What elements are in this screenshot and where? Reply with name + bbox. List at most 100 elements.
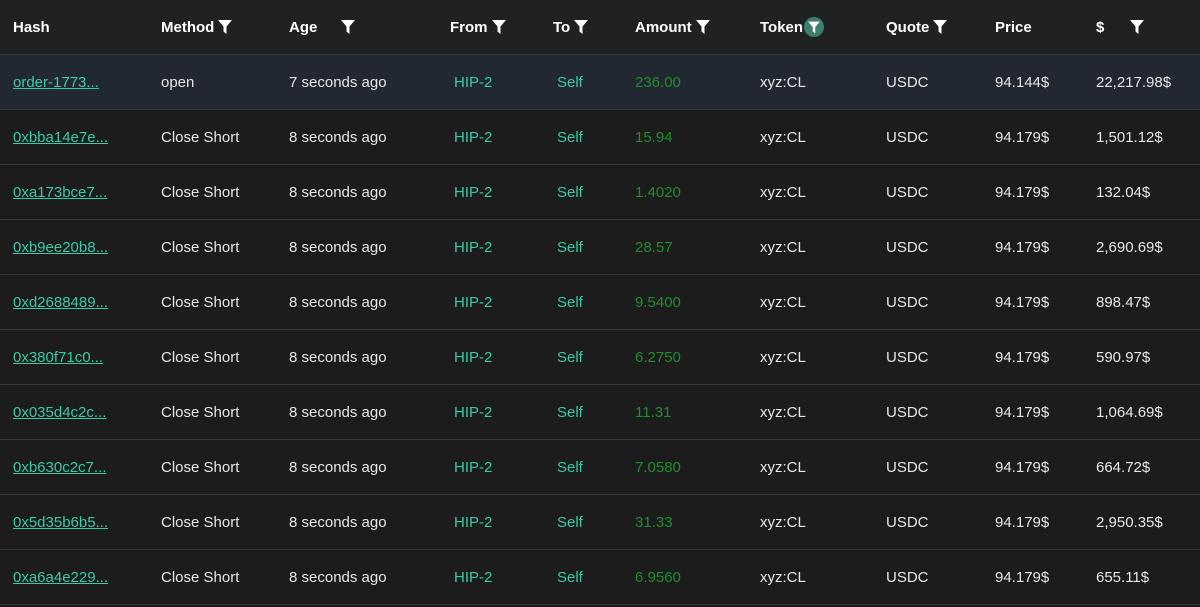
method-filter-icon[interactable] — [217, 18, 233, 36]
header-to: To — [553, 0, 589, 54]
age-cell: 8 seconds ago — [289, 293, 387, 311]
table-row[interactable]: order-1773... open 7 seconds ago HIP-2 S… — [0, 55, 1200, 110]
from-cell: HIP-2 — [454, 403, 493, 421]
header-method: Method — [161, 0, 233, 54]
table-row[interactable]: 0x5d35b6b5... Close Short 8 seconds ago … — [0, 495, 1200, 550]
price-cell: 94.144$ — [995, 73, 1050, 91]
header-token-label: Token — [760, 18, 804, 36]
age-cell: 8 seconds ago — [289, 403, 387, 421]
hash-link[interactable]: 0xd2688489... — [13, 294, 108, 311]
table-row[interactable]: 0x380f71c0... Close Short 8 seconds ago … — [0, 330, 1200, 385]
age-filter-icon[interactable] — [340, 18, 356, 36]
usd-value-cell: 22,217.98$ — [1096, 73, 1172, 91]
usd-filter-icon[interactable] — [1129, 18, 1145, 36]
amount-cell: 1.4020 — [635, 183, 681, 201]
quote-cell: USDC — [886, 183, 929, 201]
hash-cell: order-1773... — [13, 55, 99, 109]
from-cell: HIP-2 — [454, 458, 493, 476]
price-cell: 94.179$ — [995, 568, 1050, 586]
age-cell: 8 seconds ago — [289, 458, 387, 476]
age-filter — [337, 0, 356, 54]
quote-filter-icon[interactable] — [932, 18, 948, 36]
usd-filter — [1126, 0, 1145, 54]
table-row[interactable]: 0xd2688489... Close Short 8 seconds ago … — [0, 275, 1200, 330]
to-cell: Self — [557, 513, 583, 531]
hash-cell: 0xd2688489... — [13, 275, 108, 329]
table-row[interactable]: 0xb630c2c7... Close Short 8 seconds ago … — [0, 440, 1200, 495]
token-cell: xyz:CL — [760, 403, 806, 421]
usd-value-cell: 1,064.69$ — [1096, 403, 1163, 421]
amount-cell: 15.94 — [635, 128, 673, 146]
from-cell: HIP-2 — [454, 513, 493, 531]
price-cell: 94.179$ — [995, 238, 1050, 256]
to-cell: Self — [557, 293, 583, 311]
token-cell: xyz:CL — [760, 568, 806, 586]
table-row[interactable]: 0xa6a4e229... Close Short 8 seconds ago … — [0, 550, 1200, 605]
hash-cell: 0xbba14e7e... — [13, 110, 108, 164]
token-filter-active-icon[interactable] — [804, 17, 825, 37]
hash-link[interactable]: 0x380f71c0... — [13, 349, 103, 366]
hash-link[interactable]: 0xa6a4e229... — [13, 569, 108, 586]
hash-link[interactable]: 0xbba14e7e... — [13, 129, 108, 146]
usd-value-cell: 655.11$ — [1096, 568, 1150, 586]
price-cell: 94.179$ — [995, 403, 1050, 421]
header-amount-label: Amount — [635, 18, 692, 36]
amount-cell: 7.0580 — [635, 458, 681, 476]
to-cell: Self — [557, 128, 583, 146]
method-cell: Close Short — [161, 568, 240, 586]
quote-cell: USDC — [886, 238, 929, 256]
table-row[interactable]: 0xa173bce7... Close Short 8 seconds ago … — [0, 165, 1200, 220]
to-cell: Self — [557, 568, 583, 586]
age-cell: 8 seconds ago — [289, 238, 387, 256]
from-filter-icon[interactable] — [491, 18, 507, 36]
to-cell: Self — [557, 348, 583, 366]
token-cell: xyz:CL — [760, 73, 806, 91]
table-row[interactable]: 0xbba14e7e... Close Short 8 seconds ago … — [0, 110, 1200, 165]
table-row[interactable]: 0xb9ee20b8... Close Short 8 seconds ago … — [0, 220, 1200, 275]
from-cell: HIP-2 — [454, 568, 493, 586]
to-cell: Self — [557, 238, 583, 256]
hash-link[interactable]: 0x035d4c2c... — [13, 404, 106, 421]
from-cell: HIP-2 — [454, 348, 493, 366]
age-cell: 8 seconds ago — [289, 128, 387, 146]
hash-link[interactable]: 0x5d35b6b5... — [13, 514, 108, 531]
hash-cell: 0x380f71c0... — [13, 330, 103, 384]
hash-link[interactable]: 0xb630c2c7... — [13, 459, 106, 476]
from-cell: HIP-2 — [454, 183, 493, 201]
amount-cell: 9.5400 — [635, 293, 681, 311]
from-cell: HIP-2 — [454, 238, 493, 256]
amount-cell: 6.2750 — [635, 348, 681, 366]
price-cell: 94.179$ — [995, 183, 1050, 201]
table-header: Hash Method Age From To Amount Token Quo… — [0, 0, 1200, 55]
header-from-label: From — [450, 18, 488, 36]
to-filter-icon[interactable] — [573, 18, 589, 36]
quote-cell: USDC — [886, 73, 929, 91]
table-body: order-1773... open 7 seconds ago HIP-2 S… — [0, 55, 1200, 605]
transactions-table: Hash Method Age From To Amount Token Quo… — [0, 0, 1200, 605]
age-cell: 8 seconds ago — [289, 568, 387, 586]
price-cell: 94.179$ — [995, 348, 1050, 366]
price-cell: 94.179$ — [995, 128, 1050, 146]
quote-cell: USDC — [886, 293, 929, 311]
method-cell: Close Short — [161, 403, 240, 421]
hash-cell: 0xa173bce7... — [13, 165, 107, 219]
header-quote: Quote — [886, 0, 948, 54]
hash-link[interactable]: 0xa173bce7... — [13, 184, 107, 201]
usd-value-cell: 898.47$ — [1096, 293, 1151, 311]
token-cell: xyz:CL — [760, 348, 806, 366]
hash-link[interactable]: 0xb9ee20b8... — [13, 239, 108, 256]
usd-value-cell: 664.72$ — [1096, 458, 1151, 476]
hash-cell: 0xb630c2c7... — [13, 440, 106, 494]
amount-filter-icon[interactable] — [695, 18, 711, 36]
age-cell: 8 seconds ago — [289, 183, 387, 201]
token-cell: xyz:CL — [760, 183, 806, 201]
hash-link[interactable]: order-1773... — [13, 74, 99, 91]
header-token: Token — [760, 0, 825, 54]
to-cell: Self — [557, 73, 583, 91]
table-row[interactable]: 0x035d4c2c... Close Short 8 seconds ago … — [0, 385, 1200, 440]
from-cell: HIP-2 — [454, 73, 493, 91]
hash-cell: 0x035d4c2c... — [13, 385, 106, 439]
to-cell: Self — [557, 458, 583, 476]
method-cell: Close Short — [161, 458, 240, 476]
price-cell: 94.179$ — [995, 293, 1050, 311]
